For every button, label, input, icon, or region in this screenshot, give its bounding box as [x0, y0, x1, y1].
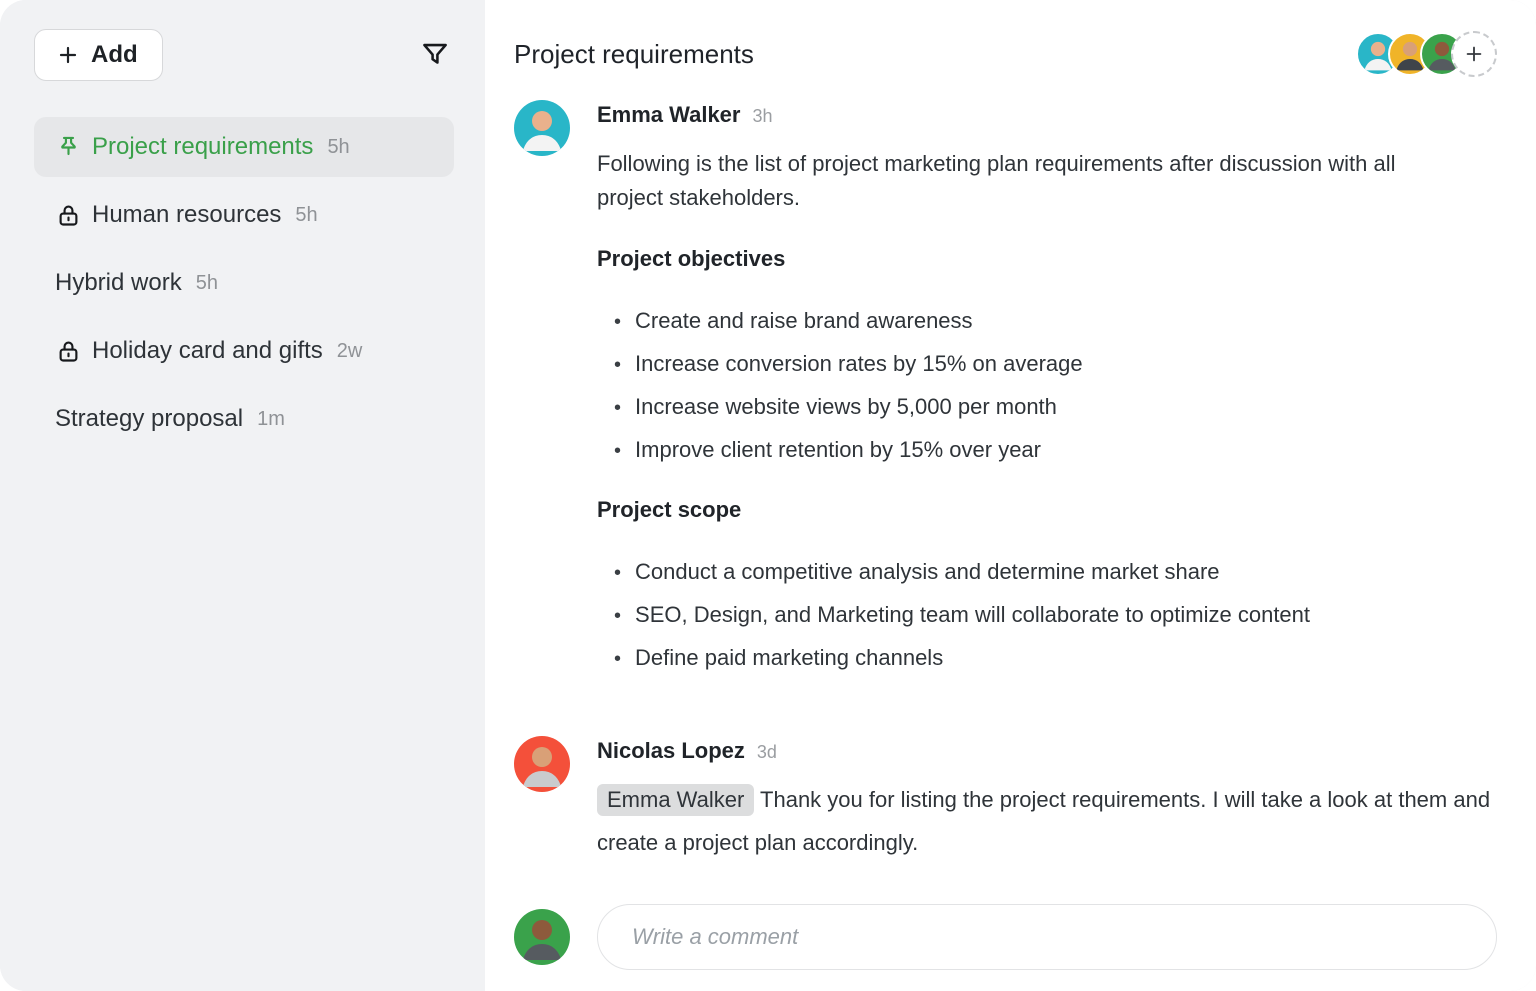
topic-time: 5h — [196, 272, 218, 295]
page-title: Project requirements — [514, 39, 754, 70]
comment-text: Emma Walker Thank you for listing the pr… — [597, 778, 1497, 864]
bullet-list: •Create and raise brand awareness •Incre… — [597, 300, 1397, 472]
plus-icon — [1463, 43, 1485, 65]
comment-body: Nicolas Lopez 3d Emma Walker Thank you f… — [597, 736, 1497, 864]
comment-composer — [514, 904, 1497, 983]
topic-time: 1m — [257, 408, 285, 431]
topics-sidebar: Add Project requirements 5h Human resour… — [0, 0, 485, 991]
sidebar-item-holiday-card-and-gifts[interactable]: Holiday card and gifts 2w — [34, 321, 454, 381]
comment-meta: Emma Walker 3h — [597, 102, 1397, 128]
discussion-app: Add Project requirements 5h Human resour… — [0, 0, 1536, 991]
bullet-list: •Conduct a competitive analysis and dete… — [597, 551, 1397, 680]
add-topic-button[interactable]: Add — [34, 29, 163, 81]
topic-time: 5h — [327, 136, 349, 159]
avatar[interactable] — [514, 100, 570, 156]
avatar[interactable] — [514, 909, 570, 965]
comment-time: 3h — [752, 106, 772, 127]
sidebar-item-project-requirements[interactable]: Project requirements 5h — [34, 117, 454, 177]
bullet-icon: • — [614, 596, 621, 637]
author-name: Emma Walker — [597, 102, 740, 128]
bullet-icon: • — [614, 639, 621, 680]
author-name: Nicolas Lopez — [597, 738, 745, 764]
pin-icon — [55, 134, 82, 161]
comment-input[interactable] — [597, 904, 1497, 970]
bullet-icon: • — [614, 302, 621, 343]
sidebar-item-label: Human resources — [92, 201, 281, 229]
plus-icon — [56, 43, 80, 67]
list-item: •SEO, Design, and Marketing team will co… — [597, 594, 1397, 637]
list-item: •Increase website views by 5,000 per mon… — [597, 386, 1397, 429]
topic-time: 2w — [337, 340, 363, 363]
bullet-icon: • — [614, 345, 621, 386]
sidebar-item-label: Holiday card and gifts — [92, 337, 323, 365]
comment-text: Following is the list of project marketi… — [597, 147, 1397, 215]
sidebar-item-label: Project requirements — [92, 133, 313, 161]
list-item: •Conduct a competitive analysis and dete… — [597, 551, 1397, 594]
bullet-icon: • — [614, 553, 621, 594]
list-item: •Increase conversion rates by 15% on ave… — [597, 343, 1397, 386]
lock-icon — [55, 202, 82, 229]
sidebar-item-label: Hybrid work — [55, 269, 182, 297]
list-item: •Define paid marketing channels — [597, 637, 1397, 680]
sidebar-item-strategy-proposal[interactable]: Strategy proposal 1m — [34, 389, 454, 449]
bullet-icon: • — [614, 388, 621, 429]
section-heading: Project objectives — [597, 246, 1397, 272]
topic-time: 5h — [295, 204, 317, 227]
comment-meta: Nicolas Lopez 3d — [597, 738, 1497, 764]
comment-body: Emma Walker 3h Following is the list of … — [597, 100, 1397, 680]
avatar[interactable] — [514, 736, 570, 792]
filter-button[interactable] — [416, 36, 454, 74]
discussion-header: Project requirements — [485, 0, 1536, 82]
person-icon — [514, 909, 570, 965]
person-icon — [514, 100, 570, 156]
section-heading: Project scope — [597, 497, 1397, 523]
comment: Nicolas Lopez 3d Emma Walker Thank you f… — [514, 736, 1497, 864]
mention-chip[interactable]: Emma Walker — [597, 784, 754, 816]
discussion-panel: Project requirements — [485, 0, 1536, 991]
comment-thread: Emma Walker 3h Following is the list of … — [485, 82, 1536, 991]
person-icon — [514, 736, 570, 792]
bullet-icon: • — [614, 431, 621, 472]
lock-icon — [55, 338, 82, 365]
filter-icon — [418, 38, 452, 72]
member-avatars — [1356, 31, 1497, 77]
sidebar-item-label: Strategy proposal — [55, 405, 243, 433]
comment: Emma Walker 3h Following is the list of … — [514, 100, 1497, 680]
add-member-button[interactable] — [1451, 31, 1497, 77]
topic-list: Project requirements 5h Human resources … — [34, 117, 454, 449]
comment-time: 3d — [757, 742, 777, 763]
sidebar-item-human-resources[interactable]: Human resources 5h — [34, 185, 454, 245]
sidebar-item-hybrid-work[interactable]: Hybrid work 5h — [34, 253, 454, 313]
sidebar-topbar: Add — [34, 29, 454, 81]
list-item: •Create and raise brand awareness — [597, 300, 1397, 343]
add-button-label: Add — [91, 41, 138, 69]
list-item: •Improve client retention by 15% over ye… — [597, 429, 1397, 472]
